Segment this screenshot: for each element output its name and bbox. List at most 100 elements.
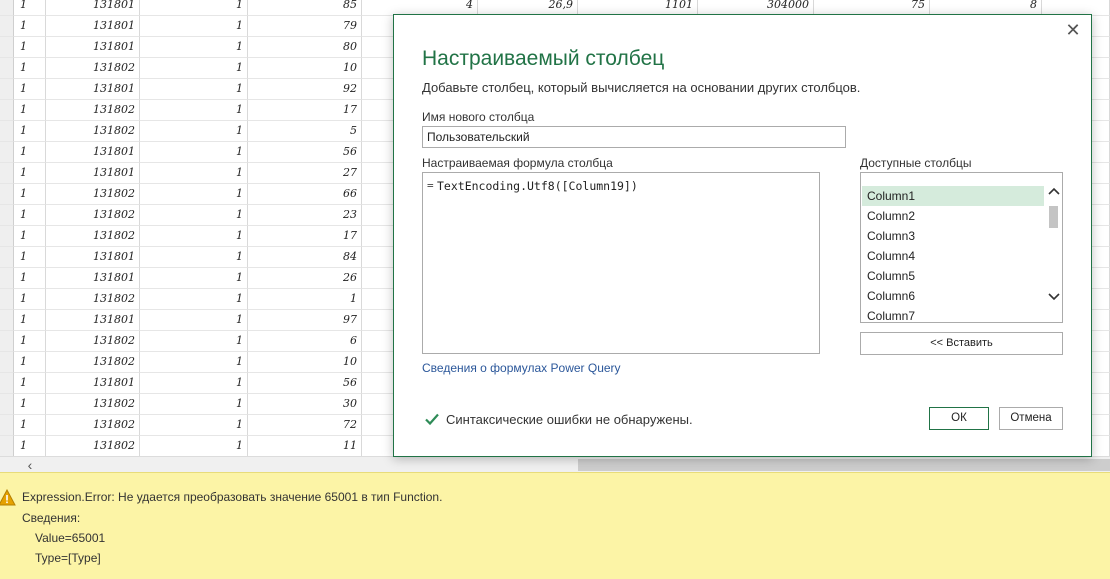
formula-text[interactable]: TextEncoding.Utf8([Column19]) <box>437 179 638 193</box>
table-cell: 131801 <box>46 142 140 163</box>
formula-equals-sign: = <box>427 179 434 192</box>
check-icon <box>425 413 439 426</box>
table-cell: 85 <box>248 0 362 16</box>
table-cell: 5 <box>248 121 362 142</box>
table-cell: 131802 <box>46 226 140 247</box>
table-cell: 1 <box>14 163 46 184</box>
chevron-up-icon[interactable] <box>1045 183 1062 199</box>
table-cell: 131801 <box>46 268 140 289</box>
custom-column-dialog: ✕ Настраиваемый столбец Добавьте столбец… <box>393 14 1092 457</box>
table-cell: 131801 <box>46 373 140 394</box>
chevron-left-icon[interactable]: ‹ <box>22 457 38 473</box>
table-cell: 27 <box>248 163 362 184</box>
table-cell: 131802 <box>46 58 140 79</box>
table-cell: 56 <box>248 373 362 394</box>
table-cell: 1 <box>140 373 248 394</box>
table-cell: 1 <box>14 0 46 16</box>
row-number[interactable] <box>0 184 14 205</box>
ok-button[interactable]: ОК <box>929 407 989 430</box>
table-cell: 1 <box>14 331 46 352</box>
table-cell: 1 <box>140 415 248 436</box>
column-list-item[interactable]: Column4 <box>862 246 1044 266</box>
scrollbar-thumb[interactable] <box>578 459 1110 471</box>
table-cell: 131802 <box>46 289 140 310</box>
row-number[interactable] <box>0 16 14 37</box>
row-number[interactable] <box>0 79 14 100</box>
row-number[interactable] <box>0 58 14 79</box>
dialog-title: Настраиваемый столбец <box>422 47 665 70</box>
row-number[interactable] <box>0 226 14 247</box>
row-number[interactable] <box>0 0 14 16</box>
table-cell: 1 <box>14 58 46 79</box>
row-number[interactable] <box>0 268 14 289</box>
table-cell: 1 <box>140 289 248 310</box>
column-list-item[interactable]: Column5 <box>862 266 1044 286</box>
row-number[interactable] <box>0 373 14 394</box>
row-number[interactable] <box>0 247 14 268</box>
table-cell: 1 <box>140 268 248 289</box>
insert-button[interactable]: << Вставить <box>860 332 1063 355</box>
table-cell: 56 <box>248 142 362 163</box>
row-number[interactable] <box>0 37 14 58</box>
warning-icon <box>0 489 16 506</box>
chevron-down-icon[interactable] <box>1045 289 1062 305</box>
table-cell: 1 <box>140 310 248 331</box>
table-cell: 131802 <box>46 394 140 415</box>
row-number[interactable] <box>0 142 14 163</box>
table-cell: 1 <box>140 37 248 58</box>
table-cell: 1 <box>14 79 46 100</box>
table-cell: 1 <box>14 184 46 205</box>
row-number[interactable] <box>0 415 14 436</box>
table-cell: 131802 <box>46 184 140 205</box>
row-number[interactable] <box>0 331 14 352</box>
error-details-label: Сведения: <box>22 511 81 525</box>
formula-editor[interactable]: = TextEncoding.Utf8([Column19]) <box>422 172 820 354</box>
column-list-item[interactable]: Column3 <box>862 226 1044 246</box>
table-cell: 1 <box>14 247 46 268</box>
table-cell: 72 <box>248 415 362 436</box>
table-cell: 131801 <box>46 37 140 58</box>
table-cell: 23 <box>248 205 362 226</box>
table-cell: 6 <box>248 331 362 352</box>
table-cell: 1 <box>14 100 46 121</box>
table-cell: 1 <box>140 163 248 184</box>
row-number[interactable] <box>0 352 14 373</box>
columns-scrollbar[interactable] <box>1045 173 1062 322</box>
row-number[interactable] <box>0 121 14 142</box>
row-number[interactable] <box>0 289 14 310</box>
dialog-description: Добавьте столбец, который вычисляется на… <box>422 80 861 95</box>
error-bar: Expression.Error: Не удается преобразова… <box>0 472 1110 579</box>
row-number[interactable] <box>0 100 14 121</box>
available-columns-label: Доступные столбцы <box>860 156 972 170</box>
new-column-name-input[interactable] <box>422 126 846 148</box>
table-cell: 1 <box>14 415 46 436</box>
table-cell: 10 <box>248 58 362 79</box>
table-cell: 131802 <box>46 121 140 142</box>
table-cell: 131801 <box>46 0 140 16</box>
row-number[interactable] <box>0 205 14 226</box>
row-number[interactable] <box>0 310 14 331</box>
horizontal-scrollbar[interactable]: ‹ <box>0 456 1110 473</box>
row-number[interactable] <box>0 436 14 457</box>
table-cell: 66 <box>248 184 362 205</box>
scrollbar-thumb[interactable] <box>1049 206 1058 228</box>
row-number[interactable] <box>0 394 14 415</box>
column-list-item[interactable]: Column6 <box>862 286 1044 306</box>
column-list-item[interactable]: Column2 <box>862 206 1044 226</box>
cancel-button[interactable]: Отмена <box>999 407 1063 430</box>
new-column-name-label: Имя нового столбца <box>422 110 535 124</box>
row-number[interactable] <box>0 163 14 184</box>
available-columns-list[interactable]: Column1 Column2 Column3 Column4 Column5 Colum… <box>860 172 1063 323</box>
column-list-item[interactable]: Column1 <box>862 186 1044 206</box>
table-cell: 1 <box>140 352 248 373</box>
table-cell: 1 <box>140 247 248 268</box>
table-cell: 131802 <box>46 436 140 457</box>
table-cell: 1 <box>14 310 46 331</box>
table-cell: 1 <box>14 16 46 37</box>
close-icon[interactable]: ✕ <box>1063 21 1083 41</box>
table-cell: 1 <box>140 436 248 457</box>
table-cell: 1 <box>140 0 248 16</box>
error-message: Expression.Error: Не удается преобразова… <box>22 490 443 504</box>
formula-help-link[interactable]: Сведения о формулах Power Query <box>422 361 621 375</box>
column-list-item[interactable]: Column7 <box>862 306 1044 322</box>
